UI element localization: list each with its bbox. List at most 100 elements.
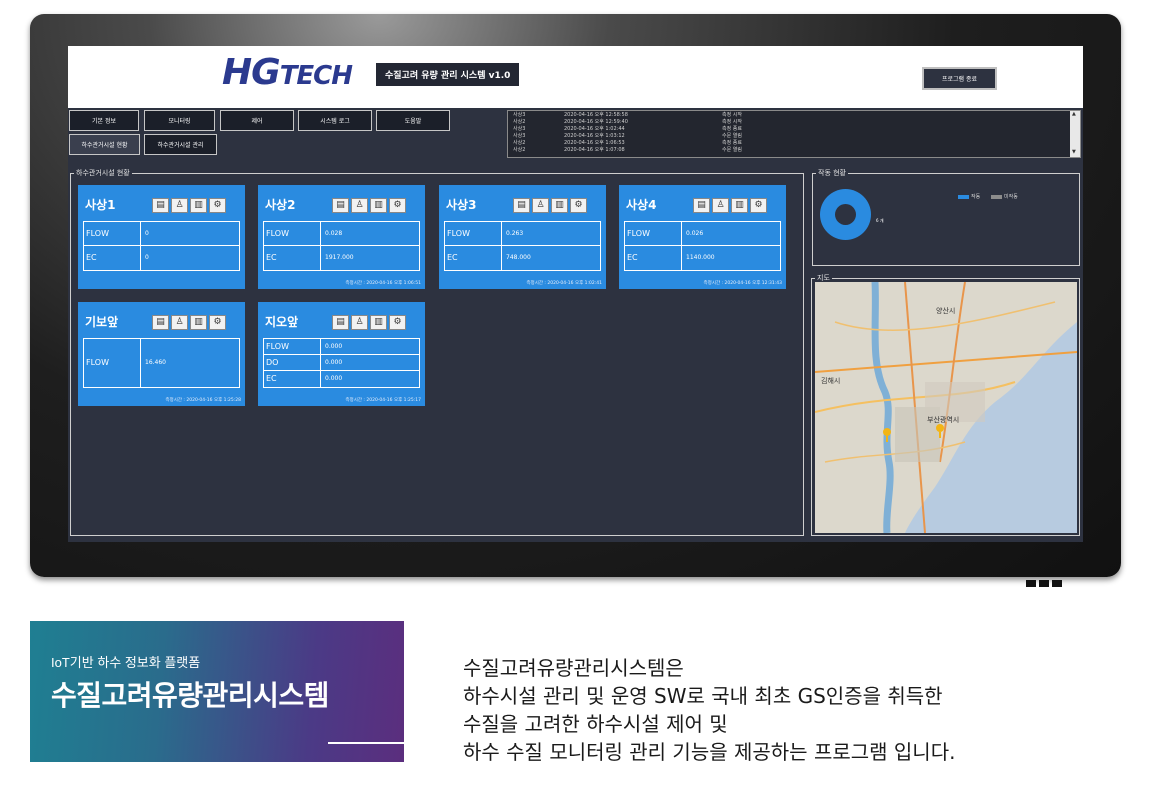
- bar-chart-icon[interactable]: ▥: [370, 198, 387, 213]
- measurement-row: FLOW 0.028: [264, 222, 419, 246]
- measurement-value: 0.028: [320, 222, 342, 245]
- map-label-gimhae: 김해시: [821, 376, 840, 385]
- bar-chart-icon[interactable]: ▥: [190, 315, 207, 330]
- map-label-yangsan: 양산시: [936, 306, 955, 315]
- gear-icon[interactable]: ⚙: [389, 198, 406, 213]
- measurement-label: FLOW: [86, 358, 109, 367]
- gear-icon[interactable]: ⚙: [209, 198, 226, 213]
- gear-icon[interactable]: ⚙: [750, 198, 767, 213]
- facility-name: 지오앞: [265, 315, 299, 329]
- description-line: 하수 수질 모니터링 관리 기능을 제공하는 프로그램 입니다.: [463, 740, 956, 764]
- legend-active: 작동: [958, 193, 980, 200]
- measurement-value: 748.000: [501, 246, 531, 270]
- detail-icon[interactable]: ▤: [693, 198, 710, 213]
- measurement-time: 측정시간 : 2020-04-16 오후 12:31:43: [703, 281, 782, 286]
- bar-chart-icon[interactable]: ▥: [370, 315, 387, 330]
- person-icon[interactable]: ♙: [351, 315, 368, 330]
- measurement-row: EC 1140.000: [625, 246, 780, 270]
- facility-card[interactable]: 기보앞 ▤ ♙ ▥ ⚙ FLOW 16.460 측정시간 : 2020-04-16 오후 1:…: [78, 302, 245, 406]
- nav-facility-status-button[interactable]: 하수관거시설 현황: [69, 134, 140, 155]
- measurement-time: 측정시간 : 2020-04-16 오후 1:06:51: [345, 281, 421, 286]
- measurement-value: 1140.000: [681, 246, 715, 270]
- description-line: 하수시설 관리 및 운영 SW로 국내 최초 GS인증을 취득한: [463, 684, 943, 708]
- measurement-label: FLOW: [266, 229, 289, 238]
- facility-card[interactable]: 사상2 ▤ ♙ ▥ ⚙ FLOW 0.028 EC 1917.000 측정시간 : 2020-04…: [258, 185, 425, 289]
- measurement-label: EC: [627, 253, 638, 262]
- event-log-list[interactable]: 사상3 2020-04-16 오후 12:58:58 측정 시작 사상2 2020-0…: [507, 110, 1081, 158]
- logo-text-main: HG: [222, 52, 281, 93]
- facility-card[interactable]: 사상3 ▤ ♙ ▥ ⚙ FLOW 0.263 EC 748.000 측정시간 : 2020-04-…: [439, 185, 606, 289]
- facility-name: 사상4: [626, 198, 657, 212]
- legend-inactive: 미작동: [991, 193, 1018, 200]
- log-row: 사상3 2020-04-16 오후 1:02:44 측정 종료: [513, 126, 742, 132]
- location-map[interactable]: 양산시 김해시 부산광역시: [815, 282, 1077, 533]
- measurement-value: 16.460: [140, 339, 166, 387]
- measurement-value: 1917.000: [320, 246, 354, 270]
- nav-monitoring-button[interactable]: 모니터링: [144, 110, 215, 131]
- banner-underline: [328, 742, 404, 744]
- facility-name: 사상2: [265, 198, 296, 212]
- person-icon[interactable]: ♙: [171, 315, 188, 330]
- log-scrollbar[interactable]: ▲ ▼: [1070, 111, 1080, 157]
- description-line: 수질고려유량관리시스템은: [463, 656, 684, 680]
- product-description: 수질고려유량관리시스템은 하수시설 관리 및 운영 SW로 국내 최초 GS인증…: [463, 654, 955, 766]
- measurement-table: FLOW 0.028 EC 1917.000: [263, 221, 420, 271]
- banner-title: 수질고려유량관리시스템: [51, 679, 329, 712]
- log-row: 사상2 2020-04-16 오후 12:59:40 측정 시작: [513, 119, 742, 125]
- measurement-row: DO 0.000: [264, 355, 419, 371]
- measurement-row: EC 0: [84, 246, 239, 270]
- measurement-time: 측정시간 : 2020-04-16 오후 1:25:28: [165, 398, 241, 403]
- facility-name: 사상1: [85, 198, 116, 212]
- person-icon[interactable]: ♙: [532, 198, 549, 213]
- bar-chart-icon[interactable]: ▥: [190, 198, 207, 213]
- bar-chart-icon[interactable]: ▥: [551, 198, 568, 213]
- gear-icon[interactable]: ⚙: [570, 198, 587, 213]
- detail-icon[interactable]: ▤: [152, 315, 169, 330]
- nav-system-log-button[interactable]: 시스템 로그: [298, 110, 372, 131]
- app-header: HGTECH 수질고려 유량 관리 시스템 v1.0 프로그램 종료: [68, 46, 1083, 108]
- nav-basic-info-button[interactable]: 기본 정보: [69, 110, 139, 131]
- measurement-label: FLOW: [627, 229, 650, 238]
- gear-icon[interactable]: ⚙: [209, 315, 226, 330]
- scroll-up-icon[interactable]: ▲: [1072, 111, 1076, 117]
- facility-card[interactable]: 사상1 ▤ ♙ ▥ ⚙ FLOW 0 EC 0: [78, 185, 245, 289]
- gear-icon[interactable]: ⚙: [389, 315, 406, 330]
- measurement-label: DO: [266, 358, 279, 367]
- measurement-table: FLOW 0.263 EC 748.000: [444, 221, 601, 271]
- measurement-label: FLOW: [86, 229, 109, 238]
- map-graphic: 양산시 김해시 부산광역시: [815, 282, 1077, 533]
- hgtech-logo: HGTECH: [222, 52, 353, 93]
- detail-icon[interactable]: ▤: [152, 198, 169, 213]
- measurement-value: 0.000: [320, 355, 342, 370]
- log-row: 사상2 2020-04-16 오후 1:07:08 수문 열림: [513, 147, 742, 153]
- nav-control-button[interactable]: 제어: [220, 110, 294, 131]
- logo-text-rest: TECH: [279, 61, 353, 91]
- scroll-down-icon[interactable]: ▼: [1072, 149, 1076, 155]
- measurement-table: FLOW 0.000 DO 0.000 EC 0.000: [263, 338, 420, 388]
- person-icon[interactable]: ♙: [712, 198, 729, 213]
- detail-icon[interactable]: ▤: [332, 315, 349, 330]
- measurement-label: FLOW: [447, 229, 470, 238]
- donut-count-label: 6 개: [876, 218, 884, 223]
- detail-icon[interactable]: ▤: [513, 198, 530, 213]
- measurement-value: 0.263: [501, 222, 523, 245]
- measurement-row: EC 0.000: [264, 371, 419, 387]
- measurement-row: FLOW 0: [84, 222, 239, 246]
- facility-card[interactable]: 사상4 ▤ ♙ ▥ ⚙ FLOW 0.026 EC 1140.000 측정시간 : 2020-04…: [619, 185, 786, 289]
- measurement-table: FLOW 0 EC 0: [83, 221, 240, 271]
- facility-card[interactable]: 지오앞 ▤ ♙ ▥ ⚙ FLOW 0.000 DO 0.000 EC 0.000 측정시간 : 202…: [258, 302, 425, 406]
- person-icon[interactable]: ♙: [171, 198, 188, 213]
- exit-program-button[interactable]: 프로그램 종료: [922, 67, 997, 90]
- map-label-busan: 부산광역시: [927, 415, 959, 424]
- nav-facility-manage-button[interactable]: 하수관거시설 관리: [144, 134, 217, 155]
- detail-icon[interactable]: ▤: [332, 198, 349, 213]
- person-icon[interactable]: ♙: [351, 198, 368, 213]
- bar-chart-icon[interactable]: ▥: [731, 198, 748, 213]
- measurement-row: FLOW 0.000: [264, 339, 419, 355]
- measurement-value: 0.000: [320, 339, 342, 354]
- measurement-label: FLOW: [266, 342, 289, 351]
- measurement-table: FLOW 16.460: [83, 338, 240, 388]
- measurement-row: EC 748.000: [445, 246, 600, 270]
- log-row: 사상3 2020-04-16 오후 1:03:12 수문 열림: [513, 133, 742, 139]
- nav-help-button[interactable]: 도움말: [376, 110, 450, 131]
